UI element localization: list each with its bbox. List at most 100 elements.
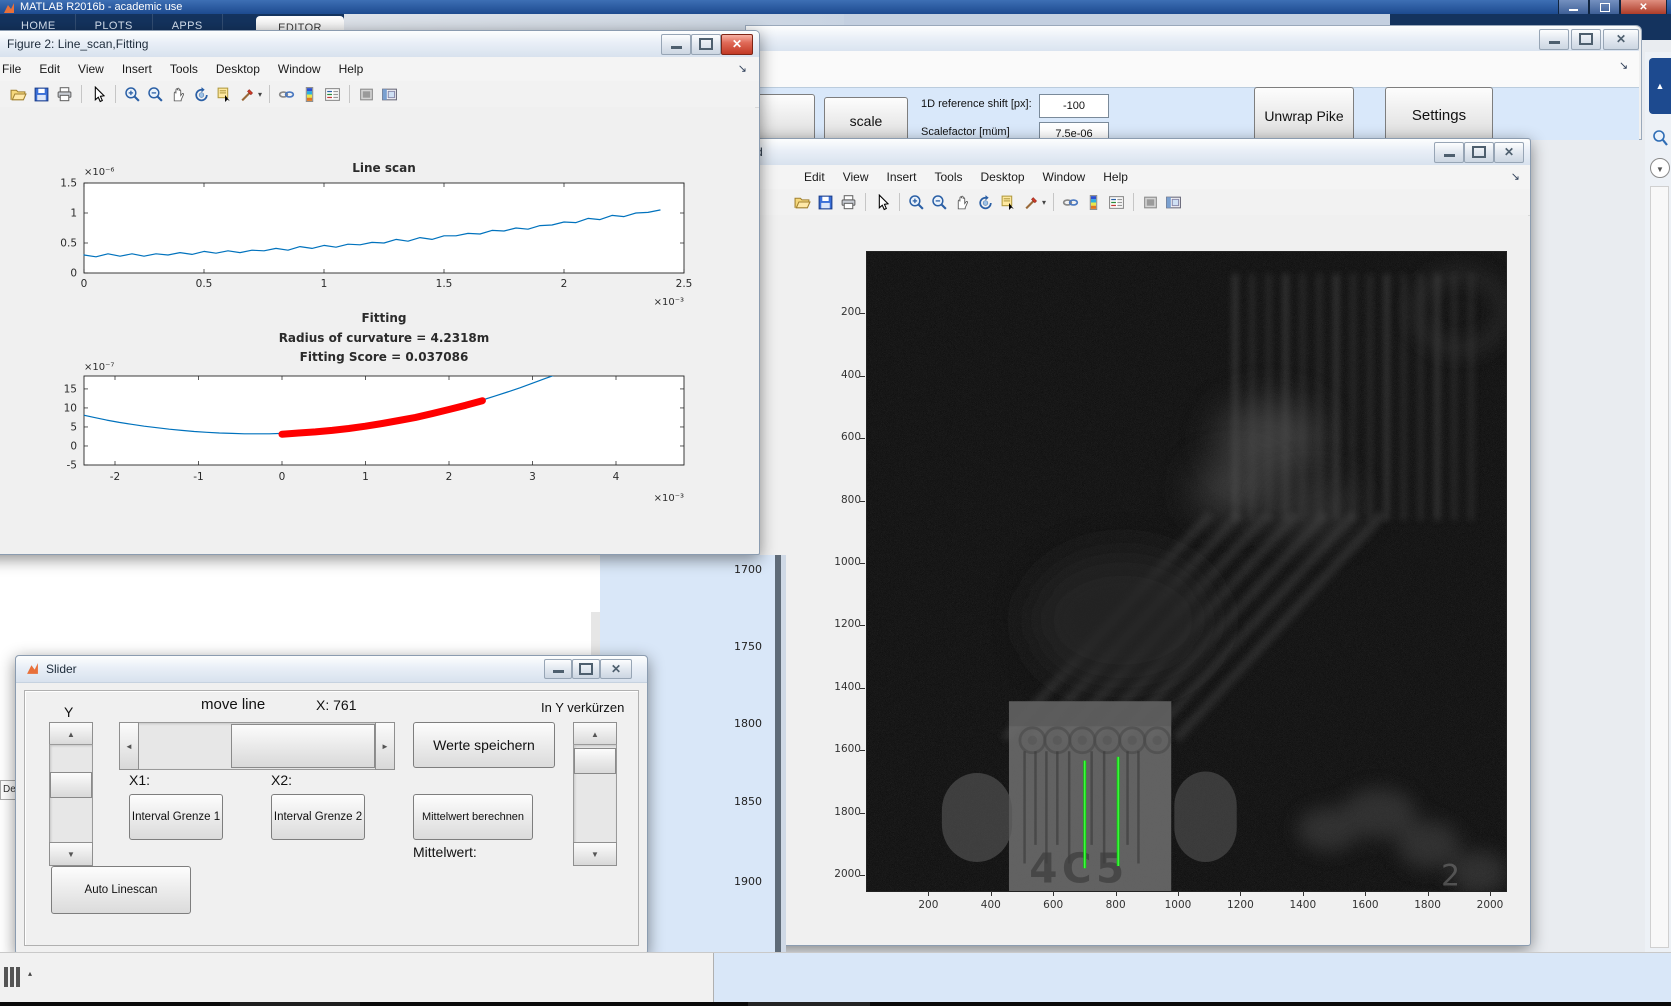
slider-minimize-button[interactable]: [544, 659, 572, 679]
menu-item-desktop[interactable]: Desktop: [207, 59, 269, 79]
status-grip-widget[interactable]: ▴: [4, 965, 50, 991]
brush-icon[interactable]: [238, 85, 257, 104]
pan-icon[interactable]: [953, 193, 972, 212]
rotate-icon[interactable]: [192, 85, 211, 104]
slider-titlebar[interactable]: Slider ✕: [16, 656, 647, 683]
slider-maximize-button[interactable]: [572, 659, 600, 679]
menu-item-edit[interactable]: Edit: [795, 167, 834, 187]
menu-item-desktop[interactable]: Desktop: [972, 167, 1034, 187]
fig2-minimize-button[interactable]: [661, 34, 691, 55]
interval1-button[interactable]: Interval Grenze 1: [129, 794, 223, 840]
gui-maximize-button[interactable]: [1571, 29, 1601, 50]
control-gui-titlebar[interactable]: [746, 26, 1639, 51]
mean-button[interactable]: Mittelwert berechnen: [413, 794, 533, 840]
colorbar-icon[interactable]: [1084, 193, 1103, 212]
menu-item-edit[interactable]: Edit: [30, 59, 69, 79]
save-values-button[interactable]: Werte speichern: [413, 722, 555, 768]
menu-item-file[interactable]: File: [0, 59, 30, 79]
dock-arrow-icon[interactable]: ↘: [738, 62, 747, 75]
menu-item-view[interactable]: View: [69, 59, 113, 79]
brush-dropdown-caret-icon[interactable]: ▾: [1042, 198, 1046, 207]
rf-close-button[interactable]: ✕: [1494, 142, 1524, 163]
x-slider-thumb[interactable]: [231, 724, 375, 768]
image-x-tick: 1800: [1414, 899, 1441, 911]
tick-mark: [990, 891, 992, 896]
menu-item-insert[interactable]: Insert: [113, 59, 161, 79]
menu-item-tools[interactable]: Tools: [926, 167, 972, 187]
brush-dropdown-caret-icon[interactable]: ▾: [258, 90, 262, 99]
zoom-out-icon[interactable]: [146, 85, 165, 104]
link-icon[interactable]: [277, 85, 296, 104]
pan-icon[interactable]: [169, 85, 188, 104]
menu-item-view[interactable]: View: [834, 167, 878, 187]
rf-maximize-button[interactable]: [1464, 142, 1494, 163]
cursor-icon[interactable]: [873, 193, 892, 212]
datatip-icon[interactable]: [215, 85, 234, 104]
slider-close-button[interactable]: ✕: [600, 659, 632, 679]
shorten-slider-up-button[interactable]: ▲: [573, 722, 617, 746]
search-button[interactable]: [1651, 128, 1669, 152]
ref-shift-field[interactable]: -100: [1039, 94, 1109, 118]
figure2-titlebar[interactable]: Figure 2: Line_scan,Fitting ✕: [0, 31, 759, 58]
menu-item-help[interactable]: Help: [1094, 167, 1137, 187]
figure2-plots[interactable]: 0 0.5 1 1.5 2 2.5 0 0.5 1 1.5 Line scan ×10⁻⁶ ×10⁻³ -…: [0, 107, 755, 550]
hide-tools-icon[interactable]: [357, 85, 376, 104]
menu-item-window[interactable]: Window: [1034, 167, 1095, 187]
print-icon[interactable]: [55, 85, 74, 104]
dropdown-button[interactable]: ▼: [1650, 158, 1670, 178]
tick-mark: [860, 375, 865, 377]
auto-linescan-button[interactable]: Auto Linescan: [51, 866, 191, 914]
datatip-icon[interactable]: [999, 193, 1018, 212]
zoom-in-icon[interactable]: [907, 193, 926, 212]
x-slider-right-button[interactable]: ►: [375, 722, 395, 770]
y-slider-thumb[interactable]: [50, 772, 92, 798]
legend-icon[interactable]: [323, 85, 342, 104]
settings-button[interactable]: Settings: [1385, 87, 1493, 144]
open-icon[interactable]: [9, 85, 28, 104]
interval2-button[interactable]: Interval Grenze 2: [271, 794, 365, 840]
dock-arrow-icon[interactable]: ↘: [1619, 59, 1628, 72]
taskbar-sliver[interactable]: [0, 1002, 1671, 1006]
gui-minimize-button[interactable]: [1539, 29, 1569, 50]
gui-close-button[interactable]: ✕: [1603, 29, 1639, 50]
link-icon[interactable]: [1061, 193, 1080, 212]
show-tools-icon[interactable]: [380, 85, 399, 104]
collapse-ribbon-button[interactable]: ▲: [1649, 58, 1671, 114]
wafer-image-axes[interactable]: 4C5 2: [866, 251, 1509, 895]
close-icon: ✕: [1615, 32, 1627, 46]
menu-item-tools[interactable]: Tools: [161, 59, 207, 79]
svg-text:0.5: 0.5: [196, 278, 213, 290]
zoom-out-icon[interactable]: [930, 193, 949, 212]
fig2-maximize-button[interactable]: [691, 34, 721, 55]
rf-minimize-button[interactable]: [1434, 142, 1464, 163]
show-tools-icon[interactable]: [1164, 193, 1183, 212]
legend-icon[interactable]: [1107, 193, 1126, 212]
colorbar-icon[interactable]: [300, 85, 319, 104]
unwrap-pike-button[interactable]: Unwrap Pike: [1254, 87, 1354, 144]
cursor-icon[interactable]: [89, 85, 108, 104]
x-slider-left-button[interactable]: ◄: [119, 722, 139, 770]
partial-button[interactable]: [757, 94, 815, 144]
y-slider-up-button[interactable]: ▲: [49, 722, 93, 746]
menu-item-help[interactable]: Help: [330, 59, 373, 79]
rotate-icon[interactable]: [976, 193, 995, 212]
right-figure-titlebar[interactable]: d ✕: [707, 139, 1530, 166]
fig2-close-button[interactable]: ✕: [721, 34, 753, 55]
menu-item-insert[interactable]: Insert: [877, 167, 925, 187]
y-slider-down-button[interactable]: ▼: [49, 842, 93, 866]
dock-arrow-icon[interactable]: ↘: [1511, 170, 1520, 183]
svg-text:4C5: 4C5: [1029, 844, 1128, 891]
menu-item-window[interactable]: Window: [269, 59, 330, 79]
shorten-slider-down-button[interactable]: ▼: [573, 842, 617, 866]
shorten-label: In Y verkürzen: [541, 700, 625, 715]
svg-text:1: 1: [70, 208, 77, 220]
brush-icon[interactable]: [1022, 193, 1041, 212]
save-icon[interactable]: [32, 85, 51, 104]
zoom-in-icon[interactable]: [123, 85, 142, 104]
print-icon[interactable]: [839, 193, 858, 212]
shorten-slider-thumb[interactable]: [574, 748, 616, 774]
open-icon[interactable]: [793, 193, 812, 212]
save-icon[interactable]: [816, 193, 835, 212]
sidebar-scrollbar[interactable]: [1650, 186, 1669, 948]
hide-tools-icon[interactable]: [1141, 193, 1160, 212]
